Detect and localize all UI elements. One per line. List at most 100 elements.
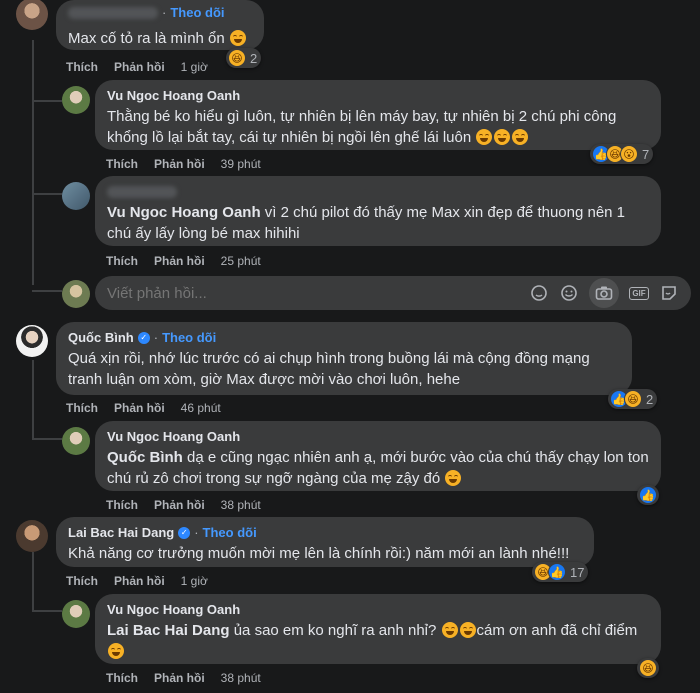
comment-time[interactable]: 46 phút [181, 400, 221, 416]
author-name[interactable]: Vu Ngoc Hoang Oanh [107, 602, 240, 618]
reaction-summary[interactable]: 😆 2 [226, 48, 262, 68]
thread-line [32, 360, 34, 440]
reply-text: Thằng bé ko hiểu gì luôn, tự nhiên bị lê… [107, 108, 617, 146]
comment-bubble: · Theo dõi Max cố tỏ ra là mình ổn [56, 0, 264, 50]
reply-text: dạ e cũng ngạc nhiên anh ạ, mới bước vào… [107, 449, 649, 487]
thread-branch [32, 290, 62, 292]
reply-link[interactable]: Phản hồi [154, 156, 205, 172]
haha-emoji-icon [229, 30, 246, 46]
grin-emoji-icon [441, 622, 458, 638]
avatar[interactable] [16, 0, 48, 30]
reply-time[interactable]: 38 phút [221, 497, 261, 513]
reply-tools: GIF [529, 278, 679, 308]
haha-reaction-icon: 😆 [624, 390, 642, 408]
reaction-count: 2 [250, 50, 258, 66]
reply-link[interactable]: Phản hồi [154, 670, 205, 686]
reaction-summary[interactable]: 👍 😆 2 [608, 389, 658, 409]
like-link[interactable]: Thích [106, 156, 138, 172]
reply-actions: Thích Phản hồi 39 phút [106, 156, 261, 172]
grin-emoji-icon [459, 622, 476, 638]
current-user-avatar [62, 280, 90, 308]
follow-link[interactable]: Theo dõi [162, 330, 216, 346]
reply-time[interactable]: 25 phút [221, 253, 261, 269]
comment-time[interactable]: 1 giờ [181, 59, 208, 75]
follow-link[interactable]: Theo dõi [203, 525, 257, 541]
like-link[interactable]: Thích [66, 59, 98, 75]
gif-icon[interactable]: GIF [629, 283, 649, 303]
camera-icon[interactable] [589, 278, 619, 308]
reaction-count: 7 [642, 146, 650, 162]
avatar[interactable] [16, 325, 48, 357]
thread-branch [32, 193, 62, 195]
reply-link[interactable]: Phản hồi [154, 253, 205, 269]
mention-link[interactable]: Lai Bac Hai Dang [107, 622, 230, 639]
reply-actions: Thích Phản hồi 25 phút [106, 253, 261, 269]
gift-sticker-icon[interactable] [659, 283, 679, 303]
reply-link[interactable]: Phản hồi [114, 573, 165, 589]
author-name[interactable]: Vu Ngoc Hoang Oanh [107, 429, 240, 445]
thread-branch [32, 438, 62, 440]
comment-text: Quá xịn rồi, nhớ lúc trước có ai chụp hì… [68, 350, 590, 388]
reply-time[interactable]: 38 phút [221, 670, 261, 686]
avatar[interactable] [62, 600, 90, 628]
thread-branch [32, 610, 62, 612]
haha-reaction-icon: 😆 [639, 659, 657, 677]
wow-reaction-icon: 😮 [620, 145, 638, 163]
mention-link[interactable]: Quốc Bình [107, 449, 183, 466]
reply-input[interactable] [107, 284, 529, 302]
reply-link[interactable]: Phản hồi [114, 59, 165, 75]
author-name[interactable]: Quốc Bình [68, 330, 134, 346]
reply-text-continued: cám ơn anh đã chỉ điểm [476, 622, 638, 639]
verified-badge-icon: ✓ [178, 527, 191, 539]
like-link[interactable]: Thích [106, 670, 138, 686]
like-link[interactable]: Thích [106, 497, 138, 513]
haha-reaction-icon: 😆 [228, 49, 246, 67]
comment-time[interactable]: 1 giờ [181, 573, 208, 589]
like-reaction-icon: 👍 [548, 563, 566, 581]
comment-actions: Thích Phản hồi 1 giờ [66, 573, 208, 589]
sticker-icon[interactable] [529, 283, 549, 303]
reaction-count: 2 [646, 391, 654, 407]
thread-line [32, 40, 34, 285]
grin-emoji-icon [494, 129, 511, 145]
reply-bubble: Vu Ngoc Hoang Oanh Quốc Bình dạ e cũng n… [95, 421, 661, 491]
comment-text: Max cố tỏ ra là mình ổn [68, 30, 225, 47]
reply-link[interactable]: Phản hồi [114, 400, 165, 416]
comment-actions: Thích Phản hồi 46 phút [66, 400, 221, 416]
reply-text: ủa sao em ko nghĩ ra anh nhỉ? [229, 622, 437, 639]
comment-actions: Thích Phản hồi 1 giờ [66, 59, 208, 75]
like-link[interactable]: Thích [66, 400, 98, 416]
grin-emoji-icon [445, 470, 462, 486]
avatar[interactable] [16, 520, 48, 552]
reply-link[interactable]: Phản hồi [154, 497, 205, 513]
reaction-count: 17 [570, 564, 585, 580]
avatar[interactable] [62, 86, 90, 114]
reply-actions: Thích Phản hồi 38 phút [106, 497, 261, 513]
mention-link[interactable]: Vu Ngoc Hoang Oanh [107, 204, 261, 221]
like-link[interactable]: Thích [106, 253, 138, 269]
reply-bubble: Vu Ngoc Hoang Oanh Lai Bac Hai Dang ủa s… [95, 594, 661, 664]
avatar[interactable] [62, 427, 90, 455]
write-reply-box[interactable]: GIF [95, 276, 691, 310]
like-reaction-icon: 👍 [639, 486, 657, 504]
author-name[interactable]: Lai Bac Hai Dang [68, 525, 174, 541]
comment-bubble: Lai Bac Hai Dang ✓ · Theo dõi Khả năng c… [56, 517, 594, 567]
grin-emoji-icon [512, 129, 529, 145]
reaction-summary[interactable]: 👍 [637, 485, 659, 505]
reply-time[interactable]: 39 phút [221, 156, 261, 172]
reaction-summary[interactable]: 😆 👍 17 [532, 562, 589, 582]
reply-bubble: Vu Ngoc Hoang Oanh vì 2 chú pilot đó thấ… [95, 176, 661, 246]
reply-actions: Thích Phản hồi 38 phút [106, 670, 261, 686]
reaction-summary[interactable]: 😆 [637, 658, 659, 678]
blurred-author-name [68, 7, 158, 19]
avatar[interactable] [62, 182, 90, 210]
like-link[interactable]: Thích [66, 573, 98, 589]
author-name[interactable]: Vu Ngoc Hoang Oanh [107, 88, 240, 104]
verified-badge-icon: ✓ [137, 332, 150, 344]
comment-text: Khả năng cơ trưởng muốn mời mẹ lên là ch… [68, 545, 570, 562]
reply-bubble: Vu Ngoc Hoang Oanh Thằng bé ko hiểu gì l… [95, 80, 661, 150]
tongue-emoji-icon [108, 643, 124, 659]
reaction-summary[interactable]: 👍 😆 😮 7 [590, 144, 654, 164]
emoji-icon[interactable] [559, 283, 579, 303]
follow-link[interactable]: Theo dõi [170, 5, 224, 21]
